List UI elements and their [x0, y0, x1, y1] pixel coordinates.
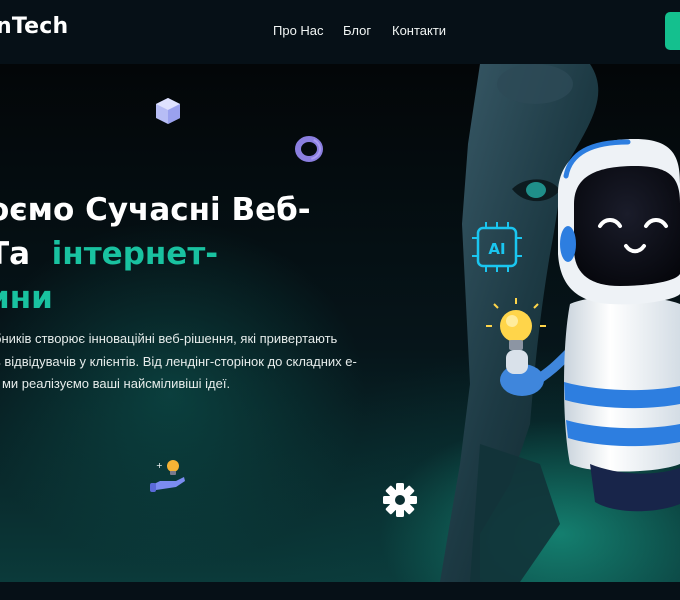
hero-desc-line3: - ми реалізуємо ваші найсміливіші ідеї. [0, 376, 231, 391]
ai-chip-label: AI [488, 240, 505, 258]
nav-link-about[interactable]: Про Нас [273, 23, 324, 38]
footer-band [0, 582, 680, 600]
robot-illustration: AI [440, 64, 680, 582]
hero-desc-line2: ь відвідувачів у клієнтів. Від лендінг-с… [0, 353, 357, 369]
lightbulb-hand-icon: + [150, 460, 185, 492]
hero-title-line2-accent: інтернет- [51, 236, 219, 272]
hero-title-line2-prefix: Та [0, 236, 31, 272]
nav-link-blog[interactable]: Блог [343, 23, 371, 38]
hero-title-line3-accent: ини [0, 280, 53, 316]
ring-icon [295, 136, 323, 162]
navbar: nTech Про Нас Блог Контакти [0, 0, 680, 64]
cta-button[interactable] [665, 12, 680, 50]
cube-icon [156, 98, 180, 124]
hero-title: оємо Сучасні Веб- Та інтернет- ини [0, 188, 448, 320]
svg-text:+: + [156, 461, 163, 470]
hero-section: оємо Сучасні Веб- Та інтернет- ини бникі… [0, 64, 680, 582]
nav-link-contacts[interactable]: Контакти [392, 23, 446, 38]
hero-title-line1: оємо Сучасні Веб- [0, 192, 311, 228]
hero-description: бників створює інноваційні веб-рішення, … [0, 328, 394, 396]
gear-icon [383, 483, 417, 517]
hero-desc-line1: бників створює інноваційні веб-рішення, … [0, 331, 338, 346]
brand-logo[interactable]: nTech [0, 14, 68, 39]
